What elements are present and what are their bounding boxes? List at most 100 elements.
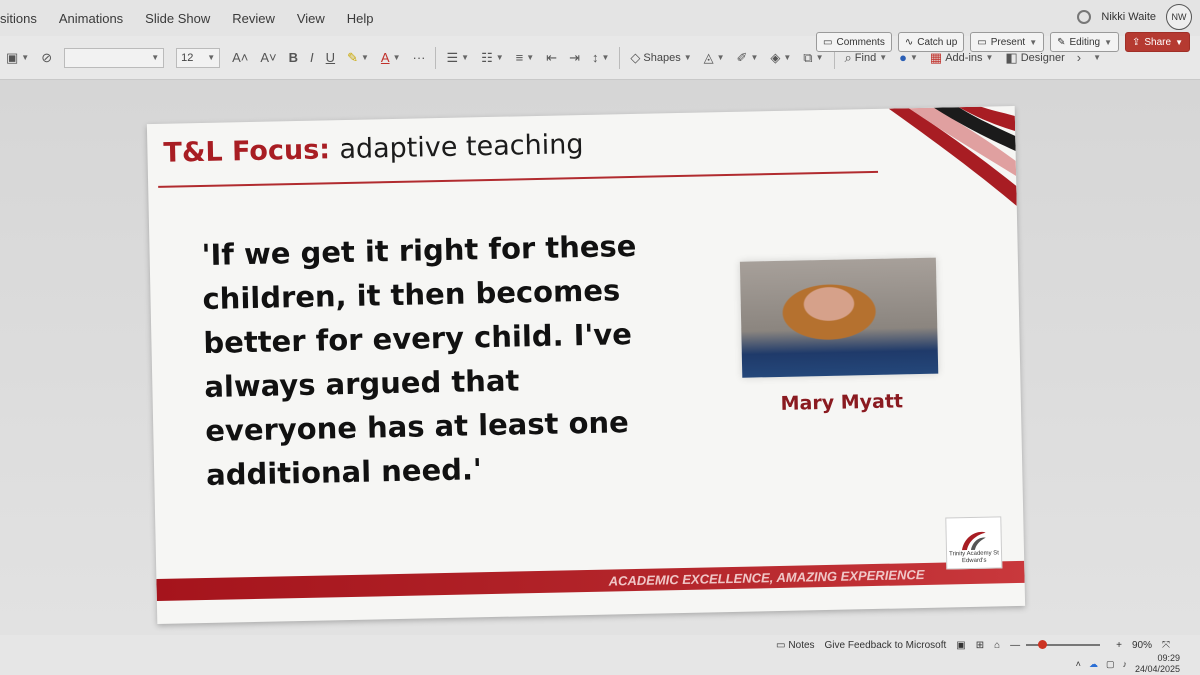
tab-review[interactable]: Review (221, 11, 286, 26)
slide-title[interactable]: T&L Focus: adaptive teaching (163, 129, 584, 169)
shapes-label: Shapes (643, 51, 681, 64)
editing-button[interactable]: ✎ Editing ▼ (1050, 32, 1119, 52)
line-spacing-icon: ↕ (591, 50, 599, 65)
gear-icon[interactable] (1077, 10, 1092, 24)
minus-icon: — (1010, 639, 1021, 651)
chevron-down-icon: ▼ (601, 53, 610, 62)
chevron-down-icon: ▼ (1175, 37, 1183, 47)
font-color-button[interactable]: A ▼ (375, 50, 407, 65)
ribbon-decoration (888, 106, 1017, 206)
tab-help[interactable]: Help (336, 11, 385, 26)
bold-button[interactable]: B (283, 50, 304, 65)
present-label: Present (990, 36, 1026, 48)
tab-animations[interactable]: Animations (48, 11, 134, 26)
zoom-level[interactable]: 90% (1132, 640, 1152, 651)
cloud-icon[interactable]: ☁ (1089, 659, 1098, 670)
chevron-down-icon: ▼ (151, 53, 160, 62)
clock[interactable]: 09:29 24/04/2025 (1135, 653, 1180, 675)
school-logo: Trinity Academy St Edward's (945, 516, 1003, 570)
find-label: Find (854, 51, 877, 64)
avatar[interactable]: NW (1166, 4, 1192, 30)
reading-view-button[interactable]: ⌂ (994, 640, 1000, 651)
chevron-down-icon: ▼ (909, 53, 918, 62)
decrease-indent-button[interactable]: ⇤ (540, 50, 563, 66)
present-button[interactable]: ▭ Present ▼ (970, 32, 1045, 52)
outline-button[interactable]: ✐ ▼ (731, 50, 765, 66)
footer-motto: ACADEMIC EXCELLENCE, AMAZING EXPERIENCE (608, 566, 925, 589)
ellipsis-icon: ··· (412, 50, 426, 65)
hide-button[interactable]: ⊘ (35, 50, 58, 66)
chevron-down-icon: ▼ (392, 53, 401, 62)
effects-button[interactable]: ◈ ▼ (764, 50, 797, 66)
align-button[interactable]: ≡ ▼ (510, 50, 541, 65)
fit-slide-button[interactable]: ⤧ (1162, 640, 1170, 651)
grow-font-button[interactable]: A˄ (226, 50, 254, 65)
font-size-select[interactable]: 12 ▼ (170, 47, 226, 68)
comments-button[interactable]: ▭ Comments (816, 32, 892, 52)
chevron-down-icon: ▼ (985, 53, 994, 62)
zoom-slider-handle[interactable] (1038, 640, 1048, 649)
effects-icon: ◈ (770, 49, 781, 65)
catchup-label: Catch up (917, 36, 958, 48)
increase-indent-icon: ⇥ (569, 49, 580, 65)
ribbon-expand-button[interactable]: › (1071, 50, 1087, 65)
shapes-button[interactable]: ◇ Shapes ▼ (624, 50, 697, 66)
notes-button[interactable]: ▭ Notes (776, 640, 815, 651)
zoom-in-button[interactable]: + (1116, 640, 1122, 651)
normal-view-button[interactable]: ▣ (956, 640, 965, 651)
chevron-down-icon: ▼ (879, 53, 888, 62)
dictate-button[interactable]: ● ▼ (893, 50, 924, 65)
underline-button[interactable]: U (320, 50, 341, 65)
photo-caption[interactable]: Mary Myatt (745, 390, 939, 416)
pen-icon: ✐ (736, 49, 748, 65)
italic-button[interactable]: I (304, 50, 320, 65)
chevron-right-icon: › (1076, 50, 1082, 65)
increase-indent-button[interactable]: ⇥ (563, 50, 586, 66)
tab-slide-show[interactable]: Slide Show (134, 11, 221, 26)
slide-title-main: adaptive teaching (339, 129, 584, 166)
align-icon: ≡ (515, 50, 524, 65)
grid-icon: ⊞ (975, 639, 985, 651)
feedback-link[interactable]: Give Feedback to Microsoft (825, 640, 947, 651)
chevron-down-icon: ▼ (1093, 53, 1102, 62)
bullets-button[interactable]: ☰ ▼ (440, 50, 475, 66)
network-icon[interactable]: ▢ (1106, 659, 1115, 670)
editing-label: Editing (1069, 36, 1101, 48)
more-button[interactable]: ··· (406, 50, 431, 65)
numbering-button[interactable]: ☷ ▼ (475, 50, 510, 66)
slide[interactable]: T&L Focus: adaptive teaching 'If we get … (146, 105, 1026, 625)
fill-button[interactable]: ◬ ▼ (698, 50, 731, 66)
chevron-down-icon: ▼ (815, 53, 824, 62)
font-family-select[interactable]: ▼ (58, 47, 170, 68)
font-color-icon: A (380, 50, 390, 65)
tab-view[interactable]: View (286, 11, 336, 26)
normal-view-icon: ▣ (956, 639, 966, 651)
ribbon-collapse-button[interactable]: ▼ (1087, 53, 1107, 62)
highlighter-icon: ✎ (347, 49, 358, 65)
chevron-up-icon[interactable]: ˄ (1076, 659, 1081, 669)
zoom-slider[interactable] (1026, 640, 1101, 649)
logo-text: Trinity Academy St Edward's (949, 550, 999, 565)
notes-icon: ▭ (775, 639, 786, 651)
catchup-button[interactable]: ∿ Catch up (897, 32, 965, 52)
slide-sorter-button[interactable]: ⊞ (976, 640, 984, 651)
slide-layout-icon: ▣ (6, 49, 19, 65)
quote-text[interactable]: 'If we get it right for these children, … (201, 224, 646, 497)
share-icon: ⇪ (1132, 36, 1141, 48)
volume-icon[interactable]: ♪ (1122, 659, 1127, 669)
tab-transitions[interactable]: sitions (0, 11, 48, 26)
line-spacing-button[interactable]: ↕ ▼ (586, 50, 615, 65)
reading-view-icon: ⌂ (994, 639, 1001, 651)
highlight-button[interactable]: ✎ ▼ (341, 50, 375, 66)
plus-icon: + (1116, 639, 1122, 651)
pencil-icon: ✎ (1057, 36, 1066, 48)
chevron-down-icon: ▼ (21, 53, 30, 62)
share-button[interactable]: ⇪ Share ▼ (1125, 32, 1190, 52)
portrait-photo[interactable] (739, 257, 939, 378)
shrink-font-button[interactable]: A˅ (254, 50, 282, 65)
chevron-down-icon: ▼ (461, 53, 470, 62)
chevron-down-icon: ▼ (207, 53, 216, 62)
zoom-out-button[interactable]: — (1010, 640, 1020, 651)
layout-button[interactable]: ▣ ▼ (0, 50, 35, 66)
share-label: Share (1144, 36, 1172, 48)
